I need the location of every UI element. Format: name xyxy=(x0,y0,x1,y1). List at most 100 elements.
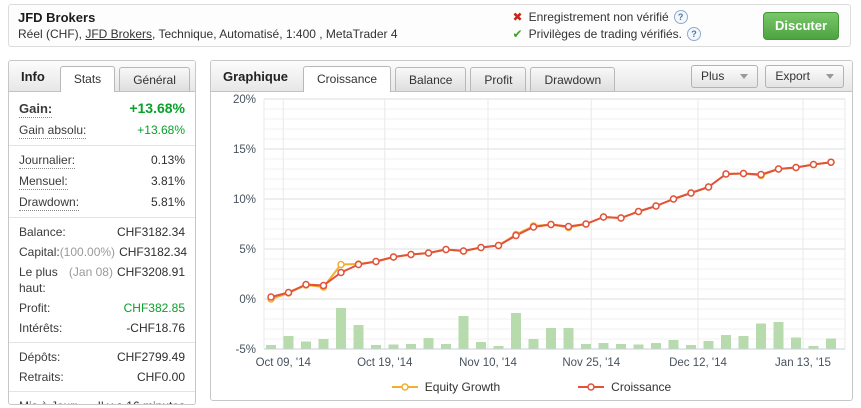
svg-text:10%: 10% xyxy=(233,194,256,206)
stat-row: Gain absolu: +13.68% xyxy=(9,120,195,141)
svg-text:20%: 20% xyxy=(233,94,256,106)
help-icon[interactable]: ? xyxy=(687,27,701,41)
info-panel: Info Stats Général Gain:+13.68%Gain abso… xyxy=(8,60,196,405)
trading-privileges-text: Privilèges de trading vérifiés. xyxy=(529,26,682,43)
tab-stats[interactable]: Stats xyxy=(60,66,115,92)
stat-row: Le plus haut:(Jan 08)CHF3208.91 xyxy=(9,262,195,298)
divider xyxy=(9,145,195,146)
account-subtitle: Réel (CHF), JFD Brokers, Technique, Auto… xyxy=(18,26,398,42)
divider xyxy=(9,342,195,343)
check-mark-icon: ✔ xyxy=(513,26,523,43)
stat-value: CHF0.00 xyxy=(137,369,185,385)
stat-note: (100.00%) xyxy=(60,245,115,259)
stat-value: CHF2799.49 xyxy=(117,349,185,365)
legend-label: Croissance xyxy=(611,380,671,394)
stat-value: CHF382.85 xyxy=(124,300,185,316)
account-title: JFD Brokers xyxy=(18,9,398,26)
divider xyxy=(9,391,195,392)
stat-row: Mis à Jour: Il y a 16 minutes xyxy=(9,396,195,405)
divider xyxy=(9,217,195,218)
stat-row: Gain: +13.68% xyxy=(9,98,195,120)
info-panel-head: Info Stats Général xyxy=(9,61,195,92)
stat-label: Capital: xyxy=(19,244,60,260)
legend-item-equity-growth[interactable]: Equity Growth xyxy=(392,380,500,394)
stat-value: +13.68% xyxy=(137,122,185,138)
subtitle-text: Réel (CHF), xyxy=(18,27,85,41)
info-panel-title: Info xyxy=(9,69,60,91)
svg-text:Nov 10, '14: Nov 10, '14 xyxy=(459,357,517,369)
stat-value: +13.68% xyxy=(129,100,185,116)
legend-item-croissance[interactable]: Croissance xyxy=(578,380,671,394)
tab-profit[interactable]: Profit xyxy=(470,67,526,91)
export-dropdown[interactable]: Export xyxy=(765,65,844,88)
svg-text:Dec 12, '14: Dec 12, '14 xyxy=(669,357,727,369)
stat-label: Mis à Jour: xyxy=(19,398,78,405)
legend-label: Equity Growth xyxy=(425,380,500,394)
tab-drawdown[interactable]: Drawdown xyxy=(530,67,615,91)
stats-list: Gain: +13.68% Gain absolu: +13.68% Journalie… xyxy=(9,92,195,405)
stat-row: Drawdown: 5.81% xyxy=(9,192,195,213)
stat-row: Balance: CHF3182.34 xyxy=(9,222,195,242)
stat-value: (100.00%)CHF3182.34 xyxy=(60,244,187,260)
tab-general[interactable]: Général xyxy=(119,67,190,91)
stat-value: Il y a 16 minutes xyxy=(98,398,185,405)
chart-panel-title: Graphique xyxy=(211,69,303,91)
stat-note: (Jan 08) xyxy=(69,265,113,279)
stat-label: Intérêts: xyxy=(19,320,62,336)
stat-label[interactable]: Drawdown: xyxy=(19,194,79,211)
registration-status: ✖ Enregistrement non vérifié ? xyxy=(513,9,701,26)
stat-value: 0.13% xyxy=(151,152,185,168)
stat-value: 3.81% xyxy=(151,173,185,189)
stat-row: Capital:(100.00%)CHF3182.34 xyxy=(9,242,195,262)
x-mark-icon: ✖ xyxy=(513,9,523,26)
svg-text:Oct 09, '14: Oct 09, '14 xyxy=(256,357,312,369)
growth-chart-canvas: 20% 15% 10% 5% 0% -5%Oct 09, '14 Oct 19, '14 No… xyxy=(211,93,852,371)
stat-row: Journalier: 0.13% xyxy=(9,150,195,171)
discuter-button[interactable]: Discuter xyxy=(763,12,839,40)
legend-marker-icon xyxy=(392,382,418,392)
svg-text:0%: 0% xyxy=(239,294,256,306)
stat-label[interactable]: Mensuel: xyxy=(19,173,68,190)
chart-mount: 20% 15% 10% 5% 0% -5%Oct 09, '14 Oct 19, '14 No… xyxy=(211,93,852,376)
stat-label[interactable]: Gain absolu: xyxy=(19,122,86,139)
svg-text:15%: 15% xyxy=(233,144,256,156)
stat-label: Retraits: xyxy=(19,369,64,385)
tab-balance[interactable]: Balance xyxy=(395,67,466,91)
stat-label[interactable]: Gain: xyxy=(19,101,52,118)
chart-actions: Plus Export xyxy=(691,65,844,88)
account-header-right: ✖ Enregistrement non vérifié ? ✔ Privilè… xyxy=(513,9,841,43)
stat-value: (Jan 08)CHF3208.91 xyxy=(69,264,185,280)
chart-body: 20% 15% 10% 5% 0% -5%Oct 09, '14 Oct 19, '14 No… xyxy=(211,92,852,398)
stat-label: Dépôts: xyxy=(19,349,60,365)
stat-label: Le plus haut: xyxy=(19,264,69,296)
svg-text:Oct 19, '14: Oct 19, '14 xyxy=(357,357,413,369)
subtitle-text: , Technique, Automatisé, 1:400 , MetaTra… xyxy=(152,27,397,41)
stat-label: Profit: xyxy=(19,300,50,316)
chart-panel: Graphique Croissance Balance Profit Draw… xyxy=(210,60,853,401)
registration-status-text: Enregistrement non vérifié xyxy=(529,9,669,26)
stat-label: Balance: xyxy=(19,224,66,240)
tab-croissance[interactable]: Croissance xyxy=(303,66,391,92)
stat-row: Retraits: CHF0.00 xyxy=(9,367,195,387)
chart-panel-head: Graphique Croissance Balance Profit Draw… xyxy=(211,61,852,92)
stat-value: 5.81% xyxy=(151,194,185,210)
verification-block: ✖ Enregistrement non vérifié ? ✔ Privilè… xyxy=(513,9,701,43)
stat-row: Intérêts:-CHF18.76 xyxy=(9,318,195,338)
svg-text:-5%: -5% xyxy=(236,344,256,356)
stat-label[interactable]: Journalier: xyxy=(19,152,75,169)
chevron-down-icon xyxy=(826,74,834,79)
stat-value: CHF3182.34 xyxy=(117,224,185,240)
stat-row: Mensuel: 3.81% xyxy=(9,171,195,192)
stat-row: Profit: CHF382.85 xyxy=(9,298,195,318)
legend-marker-icon xyxy=(578,382,604,392)
svg-text:5%: 5% xyxy=(239,244,256,256)
broker-link[interactable]: JFD Brokers xyxy=(85,27,152,41)
account-header-left: JFD Brokers Réel (CHF), JFD Brokers, Tec… xyxy=(18,9,398,42)
account-header: JFD Brokers Réel (CHF), JFD Brokers, Tec… xyxy=(8,4,851,47)
stat-row: Dépôts: CHF2799.49 xyxy=(9,347,195,367)
trading-privileges-status: ✔ Privilèges de trading vérifiés. ? xyxy=(513,26,701,43)
plus-dropdown[interactable]: Plus xyxy=(691,65,758,88)
chart-legend: Equity Growth Croissance xyxy=(211,376,852,398)
svg-text:Jan 13, '15: Jan 13, '15 xyxy=(775,357,831,369)
help-icon[interactable]: ? xyxy=(674,10,688,24)
